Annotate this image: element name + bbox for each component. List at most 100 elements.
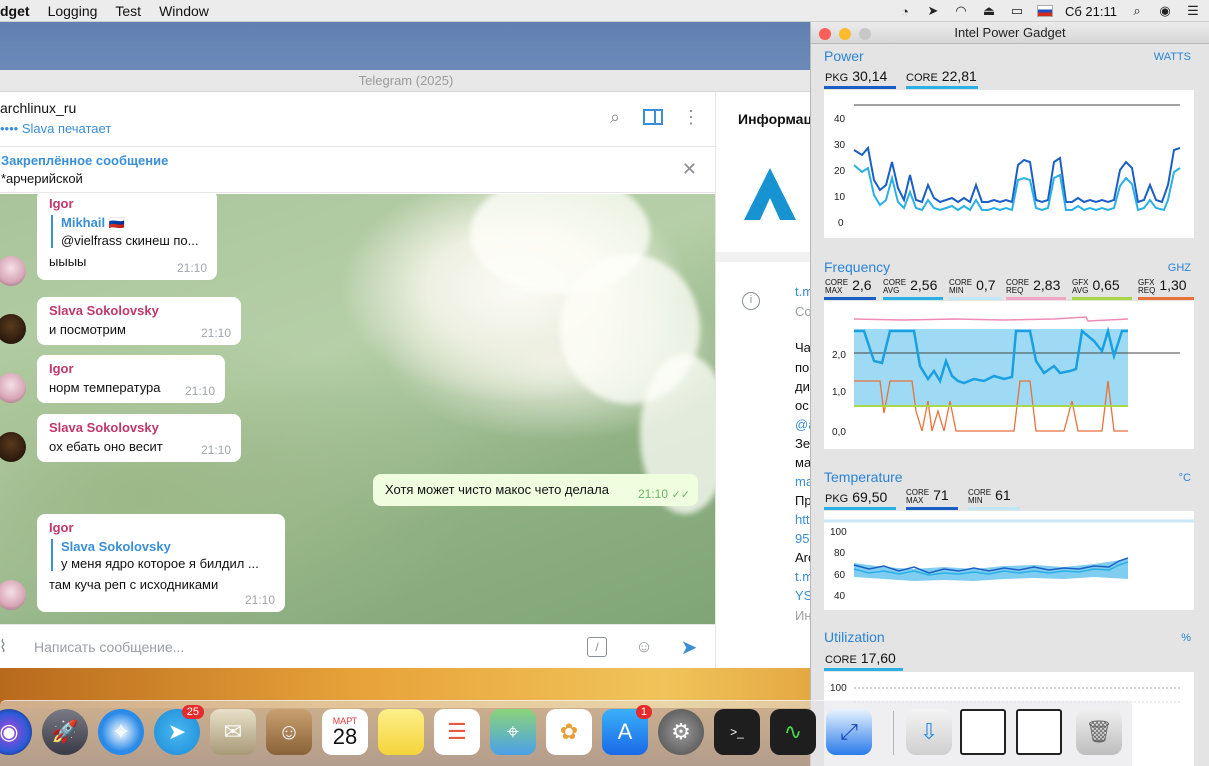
info-description: ди (795, 379, 810, 394)
chat-info-panel: Информаци i t.m Со Ча по ди ос @a Зе ма … (715, 92, 812, 668)
maps-dock-icon[interactable]: ⌖ (490, 709, 536, 755)
ipg-title-bar[interactable]: Intel Power Gadget (811, 22, 1209, 44)
more-menu-icon[interactable]: ⋮ (680, 106, 702, 128)
message-sender[interactable]: Igor (49, 520, 273, 535)
avatar[interactable] (0, 314, 26, 344)
app-store-dock-icon[interactable]: A 1 (602, 705, 652, 755)
notification-center-icon[interactable]: ☰ (1185, 3, 1201, 19)
battery-icon[interactable]: ▭ (1009, 3, 1025, 19)
safari-dock-icon[interactable]: ✧ (98, 709, 144, 755)
freq-core-max-value: 2,6 (852, 277, 872, 293)
menu-test[interactable]: Test (115, 3, 141, 19)
mail-stamp-dock-icon[interactable]: ✉ (210, 709, 256, 755)
power-section-title: Power (824, 48, 864, 64)
location-icon[interactable]: ➤ (925, 3, 941, 19)
freq-core-avg-label: CORE AVG (883, 277, 907, 295)
avatar[interactable] (0, 256, 26, 286)
reply-quote[interactable]: Slava Sokolovsky у меня ядро которое я б… (51, 539, 273, 571)
power-chart-svg: 40 30 20 10 0 (834, 104, 1181, 229)
avatar[interactable] (0, 432, 26, 462)
info-link[interactable]: 95 (795, 531, 809, 546)
message-bubble[interactable]: Slava Sokolovsky и посмотрим 21:10 (37, 297, 241, 345)
freq-core-avg-value: 2,56 (910, 277, 938, 293)
temperature-chart-svg: 100 80 60 40 (824, 519, 1194, 602)
message-bubble[interactable]: Slava Sokolovsky ох ебать оно весит 21:1… (37, 414, 241, 462)
power-pkg-label: PKG (825, 72, 849, 84)
power-y-tick: 20 (834, 166, 846, 177)
message-bubble[interactable]: Igor Mikhail 🇷🇺 @vielfrass скинеш по... … (37, 194, 217, 280)
reply-quote[interactable]: Mikhail 🇷🇺 @vielfrass скинеш по... (51, 215, 205, 248)
intel-power-gadget-window: Intel Power Gadget Power WATTS PKG 30,14 … (810, 22, 1209, 766)
message-sender[interactable]: Slava Sokolovsky (49, 303, 229, 318)
temp-core-min-value: 61 (995, 487, 1011, 503)
freq-core-avg-underline (883, 297, 943, 300)
info-link[interactable]: htt (795, 512, 809, 527)
zoom-window-button[interactable] (859, 28, 871, 40)
eject-icon[interactable]: ⏏ (981, 3, 997, 19)
chat-header[interactable]: archlinux_ru •••• Slava печатает ⌕ ⋮ (0, 92, 715, 147)
telegram-dock-icon[interactable]: ➤ 25 (154, 705, 204, 755)
activity-monitor-dock-icon[interactable]: ∿ (770, 709, 816, 755)
menu-clock[interactable]: Сб 21:11 (1065, 4, 1117, 19)
trash-dock-icon[interactable]: 🗑 (1076, 709, 1122, 755)
temp-core-max-metric: CORE MAX 71 (906, 487, 949, 505)
system-preferences-dock-icon[interactable]: ⚙ (658, 709, 704, 755)
attach-icon[interactable]: ⌇ (0, 636, 14, 658)
downloads-stack-dock-icon[interactable]: ⇩ (906, 709, 952, 755)
temp-y-tick: 40 (834, 591, 846, 602)
launchpad-dock-icon[interactable]: 🚀 (42, 709, 88, 755)
intel-power-gadget-dock-icon[interactable]: ⤢ (826, 709, 872, 755)
close-icon[interactable]: ✕ (682, 159, 697, 180)
pinned-message[interactable]: Закреплённое сообщение *арчерийской ✕ (0, 147, 715, 193)
message-input[interactable]: Написать сообщение... (34, 639, 184, 655)
menu-window[interactable]: Window (159, 3, 209, 19)
message-bubble-outgoing[interactable]: Хотя может чисто макос чето делала 21:10… (373, 474, 698, 506)
bot-command-icon[interactable]: / (587, 637, 607, 657)
wifi-icon[interactable]: ◠ (953, 3, 969, 19)
siri-dock-icon[interactable]: ◉ (0, 709, 32, 755)
power-y-tick: 10 (834, 192, 846, 203)
temp-core-min-underline (968, 507, 1020, 510)
message-sender[interactable]: Slava Sokolovsky (49, 420, 229, 435)
input-source-flag-icon[interactable] (1036, 5, 1053, 17)
pinned-text: *арчерийской (1, 171, 83, 186)
temp-pkg-label: PKG (825, 493, 849, 505)
freq-gfx-req-value: 1,30 (1159, 277, 1187, 293)
contacts-dock-icon[interactable]: ☺ (266, 709, 312, 755)
close-window-button[interactable] (819, 28, 831, 40)
power-core-metric: CORE 22,81 (906, 68, 977, 84)
temp-core-max-value: 71 (933, 487, 949, 503)
message-sender[interactable]: Igor (49, 196, 205, 211)
window-thumbnail-dock-icon[interactable] (1016, 709, 1062, 755)
avatar[interactable] (0, 580, 26, 610)
freq-gfx-avg-label: GFX AVG (1072, 277, 1089, 295)
search-icon[interactable]: ⌕ (604, 106, 626, 128)
temp-y-tick: 60 (834, 570, 846, 581)
message-composer: ⌇ Написать сообщение... / ☺ ➤ (0, 624, 715, 668)
send-icon[interactable]: ➤ (678, 636, 700, 659)
menu-app-name[interactable]: dget (0, 3, 30, 19)
message-bubble[interactable]: Igor Slava Sokolovsky у меня ядро которо… (37, 514, 285, 612)
power-core-value: 22,81 (941, 68, 977, 84)
emoji-icon[interactable]: ☺ (633, 636, 655, 658)
status-gauge-icon[interactable]: ◔ (897, 3, 913, 19)
photos-dock-icon[interactable]: ✿ (546, 709, 592, 755)
reminders-dock-icon[interactable]: ☰ (434, 709, 480, 755)
sidebar-toggle-icon[interactable] (642, 106, 664, 128)
temperature-section-title: Temperature (824, 469, 903, 485)
telegram-badge: 25 (181, 705, 204, 719)
notes-dock-icon[interactable] (378, 709, 424, 755)
window-thumbnail-dock-icon[interactable] (960, 709, 1006, 755)
message-sender[interactable]: Igor (49, 361, 213, 376)
freq-gfx-req-underline (1138, 297, 1194, 300)
calendar-dock-icon[interactable]: МАРТ 28 (322, 709, 368, 755)
minimize-window-button[interactable] (839, 28, 851, 40)
spotlight-search-icon[interactable]: ⌕ (1129, 3, 1145, 19)
siri-icon[interactable]: ◉ (1157, 3, 1173, 19)
info-description: ос (795, 398, 809, 413)
avatar[interactable] (0, 373, 26, 403)
terminal-dock-icon[interactable]: >_ (714, 709, 760, 755)
message-bubble[interactable]: Igor норм температура 21:10 (37, 355, 225, 403)
message-list[interactable]: Igor Mikhail 🇷🇺 @vielfrass скинеш по... … (0, 194, 715, 624)
menu-logging[interactable]: Logging (48, 3, 98, 19)
